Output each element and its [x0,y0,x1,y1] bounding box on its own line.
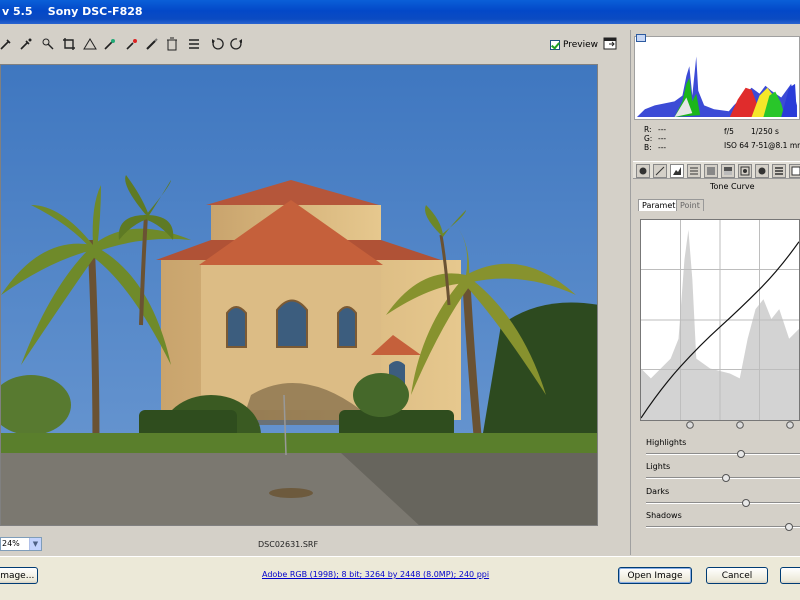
fullscreen-icon[interactable] [603,37,619,52]
panel-tabs [633,161,800,179]
tab-point[interactable]: Point [676,199,704,211]
list-icon[interactable] [186,36,202,52]
preview-checkbox[interactable] [550,40,560,50]
tab-camera-calibration[interactable] [755,164,769,178]
rotate-left-icon[interactable] [209,36,225,52]
tab-hsl[interactable] [704,164,718,178]
shadows-label: Shadows [646,511,682,520]
histogram [634,36,800,120]
r-value: --- [658,125,667,134]
tone-curve-graph[interactable] [640,219,800,421]
retouch-icon[interactable] [102,36,118,52]
aperture: f/5 [724,127,734,136]
pixel-readout: R: --- G: --- B: --- f/5 1/250 s ISO 64 … [634,122,800,156]
tab-tone-curve[interactable] [670,164,684,178]
window-title: v 5.5 Sony DSC-F828 [2,5,143,18]
region-split-handle-1[interactable] [686,421,694,429]
camera-raw-dialog: v 5.5 Sony DSC-F828 Preview 24% ▼ DSC026… [0,0,800,600]
chevron-down-icon[interactable]: ▼ [29,538,41,550]
title-bar: v 5.5 Sony DSC-F828 [0,0,800,24]
brush-icon[interactable] [144,36,160,52]
done-button[interactable] [780,567,800,584]
workflow-options-link[interactable]: Adobe RGB (1998); 8 bit; 3264 by 2448 (8… [262,570,489,579]
g-value: --- [658,134,667,143]
straighten-icon[interactable] [40,36,56,52]
red-eye-icon[interactable] [124,36,140,52]
zoom-value: 24% [2,539,20,548]
iso: ISO 64 [724,141,749,150]
region-split-handle-2[interactable] [736,421,744,429]
cancel-button[interactable]: Cancel [706,567,768,584]
tab-detail[interactable] [687,164,701,178]
shutter-speed: 1/250 s [751,127,779,136]
rotate-right-icon[interactable] [229,36,245,52]
highlights-slider[interactable] [646,450,800,458]
b-label: B: [644,143,652,152]
camera-icon[interactable] [636,164,650,178]
lens: 7-51@8.1 mm [751,141,800,150]
tab-split-toning[interactable] [721,164,735,178]
tab-snapshots[interactable] [789,164,800,178]
darks-slider[interactable] [646,499,800,507]
b-value: --- [658,143,667,152]
highlights-label: Highlights [646,438,687,447]
lights-slider[interactable] [646,474,800,482]
eyedropper-icon[interactable] [0,36,14,52]
crop-straighten-icon[interactable] [82,36,98,52]
g-label: G: [644,134,653,143]
image-preview[interactable] [0,64,598,526]
section-title: Tone Curve [710,182,755,191]
clipping-warning-icon[interactable] [636,34,646,42]
tab-presets[interactable] [772,164,786,178]
lights-label: Lights [646,462,671,471]
trash-icon[interactable] [164,36,180,52]
curve-tabs: Parametric Point [634,199,800,211]
preview-label: Preview [563,40,599,50]
toolbar [0,33,628,55]
save-image-button[interactable]: image... [0,567,38,584]
zoom-select[interactable]: 24% ▼ [0,537,42,551]
crop-icon[interactable] [61,36,77,52]
image-filename: DSC02631.SRF [258,540,319,549]
color-sampler-icon[interactable] [18,36,34,52]
preview-toggle[interactable]: Preview [550,38,598,52]
region-split-handle-3[interactable] [786,421,794,429]
darks-label: Darks [646,487,670,496]
open-image-button[interactable]: Open Image [618,567,692,584]
shadows-slider[interactable] [646,523,800,531]
r-label: R: [644,125,652,134]
tab-basic[interactable] [653,164,667,178]
tab-lens-corrections[interactable] [738,164,752,178]
